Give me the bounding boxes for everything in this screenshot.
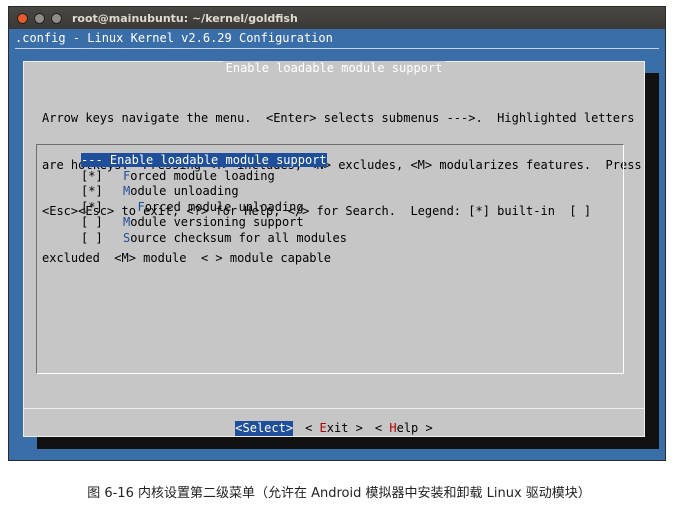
button-separator	[24, 408, 644, 409]
button-bar: <Select> < Exit > < Help >	[24, 421, 644, 436]
menu-item-checkbox[interactable]: [ ]	[37, 231, 123, 247]
select-button[interactable]: <Select>	[235, 421, 294, 436]
menu-item-label: orced module unloading	[144, 199, 304, 214]
button-hotkey: H	[389, 421, 397, 435]
menu-item[interactable]: [*] Module unloading	[37, 184, 347, 200]
maximize-icon[interactable]	[51, 12, 62, 24]
menu-item[interactable]: [*] Forced module unloading	[37, 200, 347, 216]
figure-caption: 图 6-16 内核设置第二级菜单（允许在 Android 模拟器中安装和卸载 L…	[87, 486, 591, 501]
menu-item[interactable]: [ ] Module versioning support	[37, 215, 347, 231]
menu-item-checkbox[interactable]: [*]	[37, 200, 123, 216]
menu-item-hotkey: F	[137, 199, 145, 214]
help-button[interactable]: < Help >	[375, 421, 433, 436]
config-title: .config - Linux Kernel v2.6.29 Configura…	[15, 31, 333, 45]
menu-item-label: ource checksum for all modules	[130, 230, 347, 245]
menu-list: --- Enable loadable module support [*] For…	[36, 144, 624, 374]
menu-item-label: odule unloading	[130, 184, 239, 198]
window-title: root@mainubuntu: ~/kernel/goldfish	[72, 11, 298, 25]
menu-item[interactable]: [*] Forced module loading	[37, 169, 347, 185]
button-hotkey: S	[242, 421, 250, 435]
help-line: Arrow keys navigate the menu. <Enter> se…	[42, 111, 635, 125]
menu-item-checkbox[interactable]: [ ]	[37, 215, 123, 231]
menu-item-checkbox[interactable]: [*]	[37, 184, 123, 200]
button-hotkey: E	[319, 421, 327, 435]
menu-item[interactable]: --- Enable loadable module support	[37, 153, 347, 169]
menu-item-label: odule versioning support	[130, 215, 304, 229]
menu-item-label: orced module loading	[130, 168, 275, 183]
minimize-icon[interactable]	[34, 12, 45, 24]
terminal-window: root@mainubuntu: ~/kernel/goldfish .conf…	[8, 6, 666, 461]
dialog-title: Enable loadable module support	[222, 61, 446, 75]
menu-item[interactable]: [ ] Source checksum for all modules	[37, 231, 347, 247]
terminal-screen[interactable]: .config - Linux Kernel v2.6.29 Configura…	[9, 29, 665, 460]
close-icon[interactable]	[17, 12, 28, 24]
window-titlebar[interactable]: root@mainubuntu: ~/kernel/goldfish	[9, 7, 665, 29]
title-underline	[15, 48, 659, 49]
menu-item-checkbox[interactable]: [*]	[37, 169, 123, 185]
menu-dialog: Enable loadable module support Arrow key…	[23, 61, 645, 437]
menu-item-label: --- Enable loadable module support	[81, 153, 327, 167]
exit-button[interactable]: < Exit >	[305, 421, 363, 436]
